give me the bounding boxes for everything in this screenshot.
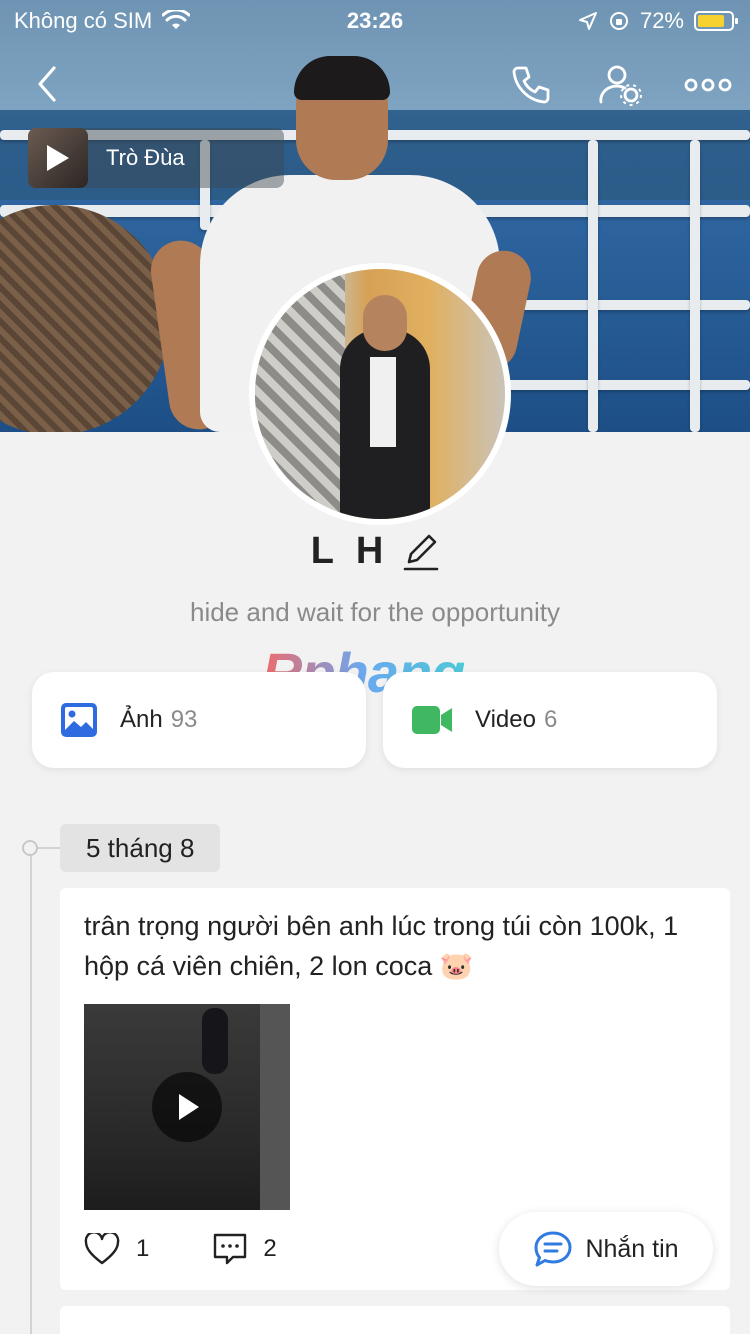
location-icon bbox=[578, 12, 597, 30]
heart-icon bbox=[84, 1233, 120, 1265]
edit-icon[interactable] bbox=[403, 532, 439, 572]
rotation-lock-icon bbox=[609, 12, 628, 30]
user-settings-icon[interactable] bbox=[597, 62, 643, 108]
message-button[interactable]: Nhắn tin bbox=[499, 1212, 713, 1286]
profile-music[interactable]: Trò Đùa bbox=[28, 128, 284, 188]
battery-percent: 72% bbox=[639, 8, 684, 33]
cover-rail bbox=[500, 380, 750, 390]
comment-count: 2 bbox=[263, 1235, 277, 1262]
video-camera-icon bbox=[412, 706, 452, 734]
like-button[interactable]: 1 bbox=[84, 1233, 149, 1265]
phone-icon[interactable] bbox=[508, 62, 554, 108]
photo-icon bbox=[61, 703, 97, 737]
chat-bubble-icon bbox=[534, 1231, 572, 1267]
videos-button[interactable]: Video 6 bbox=[383, 672, 717, 768]
post-video[interactable] bbox=[84, 1004, 290, 1210]
photos-count: 93 bbox=[170, 706, 198, 733]
message-button-label: Nhắn tin bbox=[585, 1234, 679, 1263]
music-thumbnail bbox=[28, 128, 88, 188]
comment-icon bbox=[214, 1233, 247, 1265]
videos-label: Video bbox=[475, 706, 536, 733]
like-count: 1 bbox=[136, 1235, 150, 1262]
photos-button[interactable]: Ảnh 93 bbox=[32, 672, 366, 768]
back-button[interactable] bbox=[28, 64, 68, 104]
photos-label: Ảnh bbox=[120, 706, 163, 733]
cover-rail bbox=[690, 140, 700, 432]
timeline-connector bbox=[38, 847, 60, 849]
timeline-date: 5 tháng 8 bbox=[60, 824, 221, 872]
comment-button[interactable]: 2 bbox=[213, 1232, 277, 1266]
avatar[interactable] bbox=[249, 263, 511, 525]
battery-icon bbox=[694, 11, 738, 31]
cover-rail bbox=[588, 140, 598, 432]
post-text: trân trọng người bên anh lúc trong túi c… bbox=[84, 911, 679, 981]
videos-count: 6 bbox=[543, 706, 558, 733]
music-title: Trò Đùa bbox=[106, 145, 185, 170]
profile-name: L H bbox=[310, 530, 390, 572]
timeline-line bbox=[30, 848, 32, 1334]
play-icon bbox=[47, 145, 69, 171]
profile-bio: hide and wait for the opportunity bbox=[189, 597, 561, 627]
more-icon[interactable] bbox=[684, 62, 732, 108]
post-reactions: 1 2 bbox=[84, 1232, 277, 1266]
timeline-dot bbox=[22, 840, 38, 856]
avatar-image bbox=[255, 269, 505, 519]
profile-name-row: L H bbox=[0, 530, 750, 573]
timeline-post[interactable] bbox=[60, 1306, 730, 1334]
status-bar: Không có SIM 23:26 72% bbox=[0, 0, 750, 40]
cover-person bbox=[294, 56, 390, 100]
play-icon[interactable] bbox=[152, 1072, 222, 1142]
